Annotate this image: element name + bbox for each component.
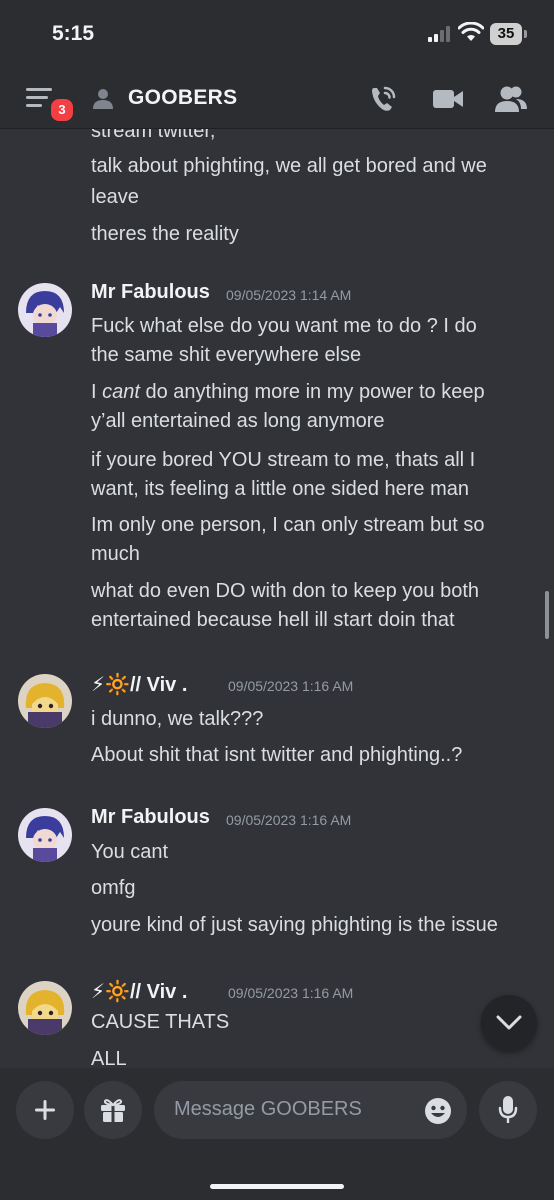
message-text: stream twitter, (91, 129, 216, 142)
message-text: the same shit everywhere else (91, 344, 362, 366)
voice-message-button[interactable] (479, 1081, 537, 1139)
message-text: want, its feeling a little one sided her… (91, 478, 469, 500)
message-list[interactable]: stream twitter, talk about phighting, we… (0, 129, 554, 1068)
message-text: CAUSE THATS (91, 1011, 230, 1033)
status-bar: 5:15 35 (0, 0, 554, 70)
jump-to-bottom-button[interactable] (481, 995, 537, 1051)
message-text: About shit that isnt twitter and phighti… (91, 744, 463, 766)
message-text: You cant (91, 841, 169, 863)
battery-tip (524, 30, 527, 38)
avatar[interactable] (18, 674, 72, 728)
message-timestamp: 09/05/2023 1:16 AM (228, 678, 354, 694)
avatar[interactable] (18, 283, 72, 337)
battery-indicator: 35 (490, 23, 522, 45)
avatar[interactable] (18, 981, 72, 1035)
add-attachment-button[interactable] (16, 1081, 74, 1139)
avatar-image (18, 808, 72, 862)
plus-icon (35, 1100, 55, 1120)
message-text: i dunno, we talk??? (91, 708, 264, 730)
message-composer: Message GOOBERS (0, 1068, 554, 1200)
message-author[interactable]: Mr Fabulous (91, 281, 210, 304)
cellular-signal-icon (428, 26, 450, 42)
message-timestamp: 09/05/2023 1:14 AM (226, 287, 352, 303)
message-text: Fuck what else do you want me to do ? I … (91, 315, 477, 337)
message-author[interactable]: Mr Fabulous (91, 806, 210, 829)
message-input[interactable]: Message GOOBERS (154, 1081, 467, 1139)
video-camera-icon[interactable] (432, 87, 464, 111)
message-text: omfg (91, 877, 136, 899)
gift-icon (101, 1099, 125, 1122)
chevron-down-icon (496, 1015, 522, 1030)
message-timestamp: 09/05/2023 1:16 AM (228, 985, 354, 1001)
message-text: y’all entertained as long anymore (91, 410, 385, 432)
person-icon (93, 89, 113, 109)
avatar-image (18, 981, 72, 1035)
message-text: I cant do anything more in my power to k… (91, 379, 531, 405)
message-text: if youre bored YOU stream to me, thats a… (91, 449, 476, 471)
emoji-icon[interactable] (424, 1097, 452, 1125)
home-indicator (210, 1184, 344, 1189)
channel-header: 3 GOOBERS (0, 70, 554, 129)
message-text: Im only one person, I can only stream bu… (91, 514, 485, 536)
message-text: youre kind of just saying phighting is t… (91, 914, 498, 936)
avatar-image (18, 674, 72, 728)
message-text: entertained because hell ill start doin … (91, 609, 455, 631)
message-text: what do even DO with don to keep you bot… (91, 580, 480, 602)
avatar[interactable] (18, 808, 72, 862)
message-text-prefix: I (91, 381, 103, 403)
notification-badge: 3 (48, 96, 76, 124)
channel-name[interactable]: GOOBERS (128, 86, 237, 110)
message-author[interactable]: ⚡🔆// Viv . (91, 672, 187, 697)
message-emphasis: cant (102, 381, 140, 403)
message-author[interactable]: ⚡🔆// Viv . (91, 979, 187, 1004)
members-icon[interactable] (494, 84, 528, 114)
message-text: theres the reality (91, 223, 239, 245)
microphone-icon (498, 1096, 518, 1123)
scrollbar-thumb[interactable] (545, 591, 549, 639)
gift-button[interactable] (84, 1081, 142, 1139)
phone-call-icon[interactable] (368, 84, 400, 114)
message-text-rest: do anything more in my power to keep (145, 381, 485, 403)
avatar-image (18, 283, 72, 337)
message-text: leave (91, 186, 139, 208)
wifi-icon (458, 22, 484, 41)
message-text: much (91, 543, 140, 565)
message-timestamp: 09/05/2023 1:16 AM (226, 812, 352, 828)
status-time: 5:15 (52, 22, 95, 45)
message-text: talk about phighting, we all get bored a… (91, 155, 487, 177)
message-input-placeholder: Message GOOBERS (174, 1098, 362, 1120)
message-text: ALL (91, 1048, 127, 1068)
